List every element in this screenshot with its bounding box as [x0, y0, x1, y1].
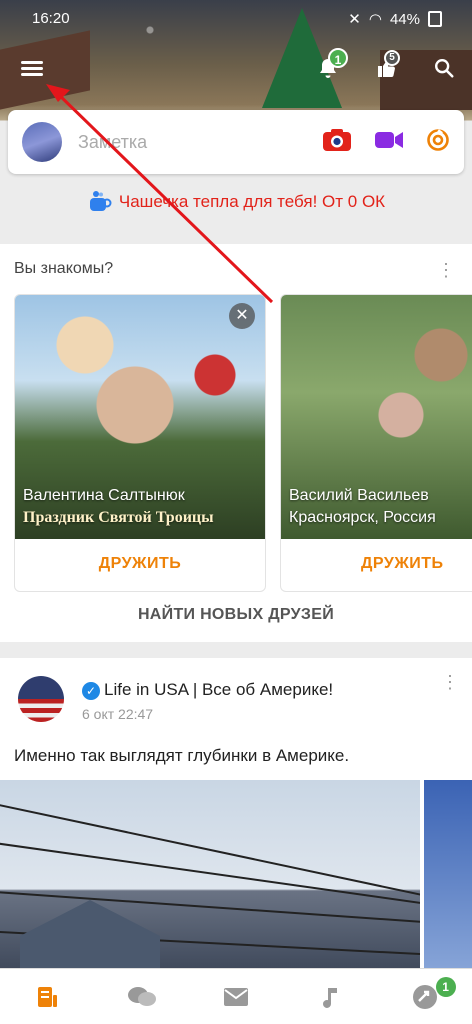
person-name: Валентина Салтынюк [23, 487, 185, 504]
friends-badge: 5 [384, 50, 400, 66]
photo-overlay-text: Праздник Святой Троицы [23, 509, 214, 526]
add-friend-button[interactable]: ДРУЖИТЬ [15, 537, 265, 591]
menu-icon[interactable] [16, 52, 48, 84]
status-bar: 16:20 ✕ ◠ 44% [0, 0, 472, 36]
promo-text: Чашечка тепла для тебя! От 0 ОК [118, 192, 386, 211]
person-name: Василий Васильев [289, 487, 429, 504]
note-composer[interactable]: Заметка [8, 110, 464, 174]
person-location: Красноярск, Россия [289, 509, 436, 526]
friends-button[interactable]: 5 [370, 50, 402, 84]
notifications-icon [412, 984, 437, 1009]
group-avatar[interactable] [18, 676, 64, 722]
search-icon [435, 59, 454, 78]
nav-notifications[interactable]: 1 [378, 969, 472, 1024]
person-card[interactable]: ✕ Валентина Салтынюк Праздник Святой Тро… [14, 294, 266, 592]
power-line [0, 840, 420, 915]
status-icons: ✕ ◠ 44% [348, 10, 442, 28]
post-image-next[interactable] [424, 780, 472, 978]
post-text: Именно так выглядят глубинки в Америке. [14, 746, 350, 765]
bottom-navigation: 1 [0, 968, 472, 1024]
nav-music[interactable] [283, 969, 377, 1024]
more-options-icon[interactable]: ⋮ [440, 672, 460, 692]
post-author[interactable]: ✓ Life in USA | Все об Америке! [82, 680, 333, 700]
person-card[interactable]: Василий Васильев Красноярск, Россия ДРУЖ… [280, 294, 472, 592]
feed-post: ✓ Life in USA | Все об Америке! 6 окт 22:… [0, 658, 472, 978]
person-caption: Василий Васильев Красноярск, Россия [289, 485, 436, 529]
live-icon[interactable] [426, 128, 450, 152]
close-icon[interactable]: ✕ [229, 303, 255, 329]
battery-level: 44% [389, 10, 420, 28]
people-you-may-know: Вы знакомы? ⋮ ✕ Валентина Салтынюк Празд… [0, 244, 472, 642]
post-image[interactable] [0, 780, 420, 978]
camera-icon[interactable] [322, 128, 352, 152]
promo-banner[interactable]: Чашечка тепла для тебя! От 0 ОК [0, 190, 472, 224]
nav-discussions[interactable] [94, 969, 188, 1024]
more-options-icon[interactable]: ⋮ [436, 260, 456, 280]
nav-messages[interactable] [189, 969, 283, 1024]
feed-icon [38, 986, 58, 1007]
top-bar: 1 5 [0, 48, 472, 90]
notifications-button[interactable]: 1 [312, 48, 348, 84]
add-friend-button[interactable]: ДРУЖИТЬ [281, 537, 472, 591]
mute-icon: ✕ [348, 11, 361, 28]
video-icon[interactable] [374, 129, 404, 151]
avatar[interactable] [22, 122, 62, 162]
messages-icon [224, 987, 249, 1006]
status-time: 16:20 [32, 10, 70, 27]
note-placeholder[interactable]: Заметка [78, 132, 147, 153]
post-author-name[interactable]: Life in USA | Все об Америке! [104, 680, 333, 699]
section-title: Вы знакомы? [14, 260, 114, 277]
note-actions [322, 128, 450, 152]
music-icon [323, 987, 338, 1008]
post-time: 6 окт 22:47 [82, 706, 154, 722]
discussions-icon [127, 986, 156, 1006]
nav-notifications-badge: 1 [435, 977, 456, 997]
notifications-badge: 1 [328, 48, 348, 68]
search-button[interactable] [428, 52, 460, 84]
nav-feed[interactable] [0, 969, 94, 1024]
wifi-icon: ◠ [368, 11, 382, 28]
find-new-friends-button[interactable]: НАЙТИ НОВЫХ ДРУЗЕЙ [0, 606, 472, 624]
verified-icon: ✓ [82, 681, 100, 700]
house-roof [20, 900, 160, 978]
cup-icon [89, 191, 112, 211]
person-caption: Валентина Салтынюк Праздник Святой Троиц… [23, 485, 214, 529]
battery-icon [428, 11, 442, 27]
